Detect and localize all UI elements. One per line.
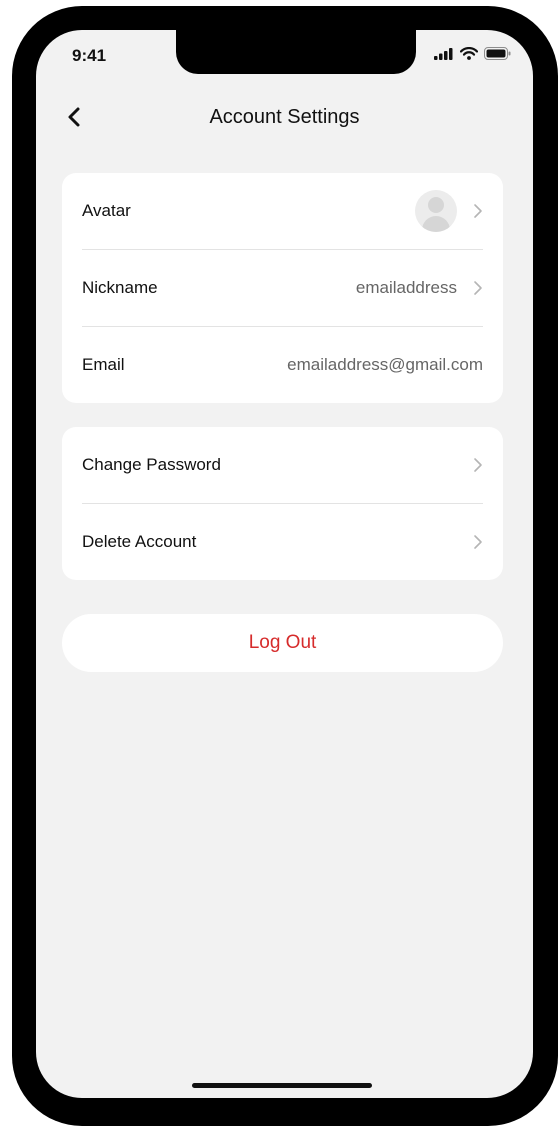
battery-icon	[484, 47, 511, 60]
chevron-right-icon	[474, 458, 482, 472]
screen: 9:41 Account Settings Avatar Nickname em…	[36, 30, 533, 1098]
status-icons	[434, 47, 511, 60]
chevron-right-icon	[474, 204, 482, 218]
email-label: Email	[82, 355, 125, 374]
avatar	[415, 190, 457, 232]
signal-icon	[434, 47, 453, 60]
home-indicator[interactable]	[192, 1083, 372, 1088]
delete-account-label: Delete Account	[82, 532, 197, 551]
avatar-label: Avatar	[82, 201, 131, 220]
avatar-head	[428, 197, 444, 213]
delete-account-row[interactable]: Delete Account	[82, 503, 483, 580]
status-time: 9:41	[72, 46, 107, 65]
phone-frame: 9:41 Account Settings Avatar Nickname em…	[12, 6, 558, 1126]
logout-label: Log Out	[248, 632, 317, 653]
nickname-row[interactable]: Nickname emailaddress	[82, 249, 483, 326]
profile-card: Avatar Nickname emailaddress Email email…	[62, 173, 503, 403]
notch	[176, 30, 416, 74]
nickname-value: emailaddress	[355, 278, 457, 297]
change-password-row[interactable]: Change Password	[82, 427, 483, 503]
nickname-label: Nickname	[82, 278, 158, 297]
wifi-icon	[460, 47, 478, 60]
security-card: Change Password Delete Account	[62, 427, 503, 580]
avatar-body	[422, 216, 450, 232]
chevron-right-icon	[474, 535, 482, 549]
logout-button[interactable]: Log Out	[62, 614, 503, 672]
change-password-label: Change Password	[82, 455, 221, 474]
chevron-right-icon	[474, 281, 482, 295]
email-value: emailaddress@gmail.com	[287, 355, 483, 374]
avatar-row[interactable]: Avatar	[82, 173, 483, 249]
email-row: Email emailaddress@gmail.com	[82, 326, 483, 403]
nav-bar: Account Settings	[36, 96, 533, 140]
page-title: Account Settings	[209, 106, 360, 128]
